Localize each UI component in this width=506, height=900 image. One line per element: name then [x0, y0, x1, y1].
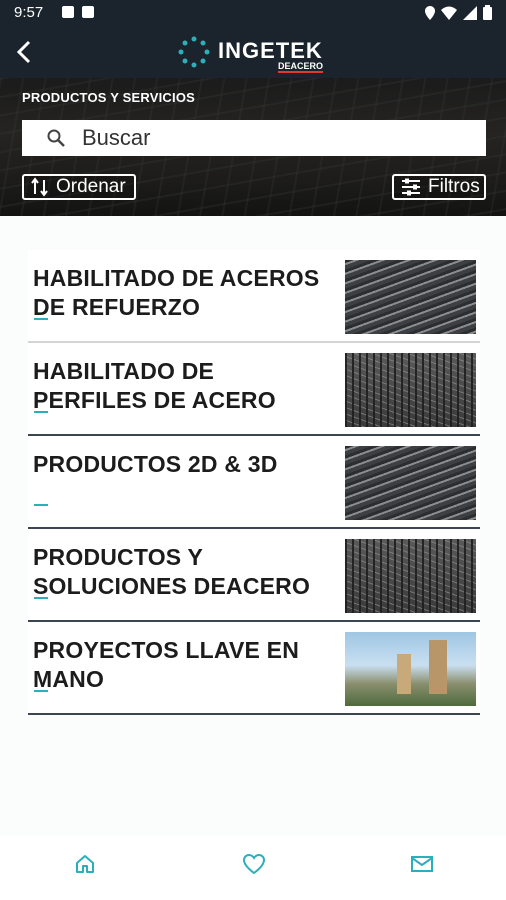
filter-button[interactable]: Filtros	[392, 174, 486, 200]
sort-label: Ordenar	[56, 176, 126, 197]
list-item[interactable]: PROYECTOS LLAVE EN MANO	[28, 622, 480, 715]
list-item[interactable]: PRODUCTOS 2D & 3D	[28, 436, 480, 529]
hero-banner: PRODUCTOS Y SERVICIOS Ordenar Filtros	[0, 78, 506, 216]
item-label: HABILITADO DE PERFILES DE ACERO	[33, 358, 276, 413]
item-thumbnail	[345, 446, 476, 520]
brand-sub: DEACERO	[278, 61, 324, 73]
nav-favorites-button[interactable]	[240, 850, 268, 878]
wifi-icon	[441, 6, 457, 20]
item-thumbnail	[345, 260, 476, 334]
search-box[interactable]	[22, 120, 486, 156]
tower-shape	[397, 654, 411, 694]
system-icons	[425, 5, 492, 20]
product-list-items: HABILITADO DE ACEROS DE REFUERZO HABILIT…	[28, 250, 480, 715]
back-button[interactable]	[8, 36, 40, 68]
search-icon	[47, 129, 65, 147]
sort-icon	[31, 177, 48, 197]
sort-button[interactable]: Ordenar	[22, 174, 136, 200]
battery-icon	[483, 5, 492, 20]
item-label: PRODUCTOS 2D & 3D	[33, 451, 278, 477]
filter-label: Filtros	[428, 176, 480, 197]
item-accent	[34, 690, 48, 692]
product-list: HABILITADO DE ACEROS DE REFUERZO HABILIT…	[0, 216, 506, 836]
item-accent	[34, 411, 48, 413]
status-time: 9:57	[14, 4, 44, 21]
home-icon	[76, 855, 94, 873]
filter-icon	[402, 178, 420, 196]
list-item[interactable]: HABILITADO DE ACEROS DE REFUERZO	[28, 250, 480, 343]
ingetek-logo: INGETEK DEACERO	[178, 32, 338, 73]
section-title: PRODUCTOS Y SERVICIOS	[22, 90, 196, 105]
app-notification-icon	[82, 6, 94, 18]
image-notification-icon	[62, 6, 74, 18]
notification-icons	[62, 6, 94, 18]
bottom-nav	[0, 836, 506, 900]
item-thumbnail	[345, 632, 476, 706]
search-input[interactable]	[80, 124, 444, 152]
list-item[interactable]: HABILITADO DE PERFILES DE ACERO	[28, 343, 480, 436]
heart-icon	[242, 853, 266, 875]
location-icon	[425, 5, 435, 20]
item-label: PROYECTOS LLAVE EN MANO	[33, 637, 300, 692]
item-thumbnail	[345, 353, 476, 427]
signal-icon	[463, 5, 477, 20]
item-accent	[34, 597, 48, 599]
item-accent	[34, 504, 48, 506]
app-header: INGETEK DEACERO	[0, 26, 506, 78]
nav-home-button[interactable]	[71, 850, 99, 878]
status-bar: 9:57	[0, 0, 506, 26]
list-item[interactable]: PRODUCTOS Y SOLUCIONES DEACERO	[28, 529, 480, 622]
logo-mark-icon	[178, 36, 210, 68]
tower-shape	[429, 640, 447, 694]
item-label: PRODUCTOS Y SOLUCIONES DEACERO	[33, 544, 311, 599]
mail-icon	[411, 856, 433, 872]
nav-contact-button[interactable]	[408, 850, 436, 878]
item-thumbnail	[345, 539, 476, 613]
item-label: HABILITADO DE ACEROS DE REFUERZO	[33, 265, 320, 320]
item-accent	[34, 318, 48, 320]
chevron-left-icon	[16, 40, 31, 64]
